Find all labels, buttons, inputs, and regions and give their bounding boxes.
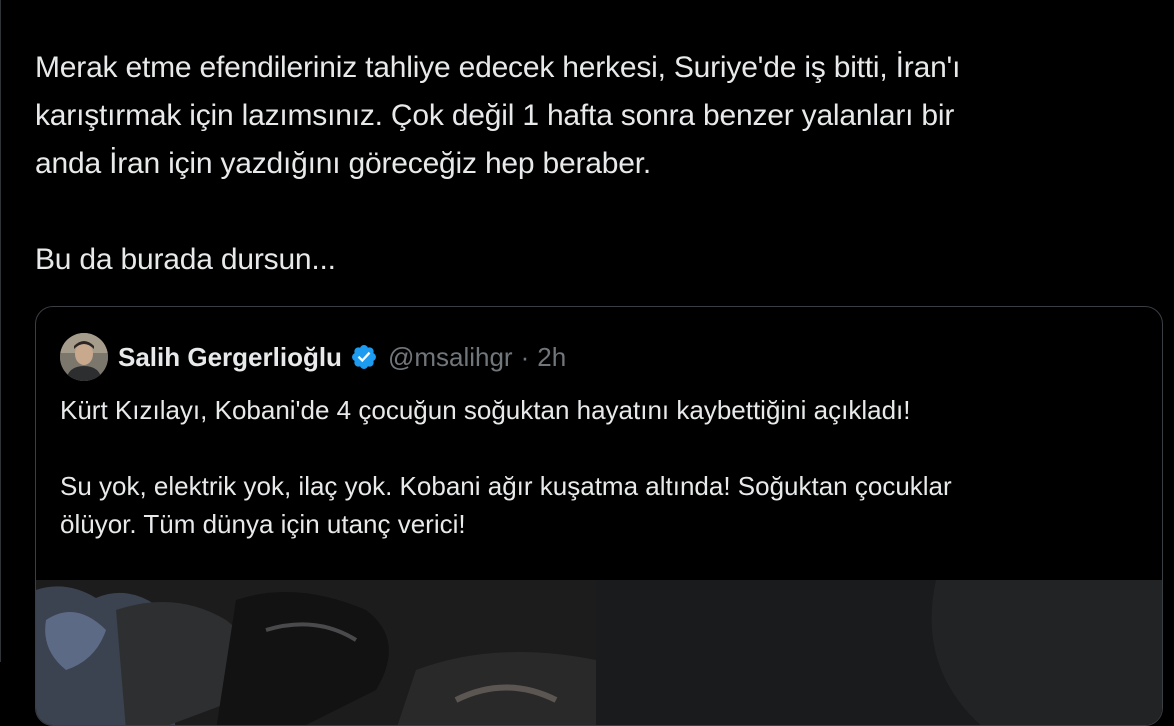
tweet-text-line: karıştırmak için lazımsınız. Çok değil 1… [35, 99, 955, 132]
quoted-text-line: Kürt Kızılayı, Kobani'de 4 çocuğun soğuk… [60, 395, 911, 425]
verified-badge-icon [351, 345, 376, 369]
avatar-image [60, 333, 108, 381]
timeline-border [0, 0, 1, 662]
quoted-author-name[interactable]: Salih Gergerlioğlu [118, 342, 342, 373]
quoted-tweet-card[interactable]: Salih Gergerlioğlu @msalihgr · 2h Kürt K… [35, 306, 1163, 726]
quoted-text-line: ölüyor. Tüm dünya için utanç verici! [60, 509, 466, 539]
quoted-tweet-media[interactable] [36, 580, 1162, 725]
quoted-tweet-header: Salih Gergerlioğlu @msalihgr · 2h [60, 331, 566, 383]
header-separator: · [520, 341, 530, 372]
quoted-author-handle[interactable]: @msalihgr [388, 342, 513, 373]
tweet-text-line: anda İran için yazdığını göreceğiz hep b… [35, 147, 652, 180]
media-photo [36, 580, 1162, 725]
quoted-tweet-timestamp[interactable]: 2h [537, 342, 566, 373]
tweet-text-line: Bu da burada dursun... [35, 243, 336, 276]
tweet-text-line: Merak etme efendileriniz tahliye edecek … [35, 51, 961, 84]
tweet-text: Merak etme efendileriniz tahliye edecek … [35, 44, 1145, 284]
avatar[interactable] [60, 333, 108, 381]
quoted-text-line: Su yok, elektrik yok, ilaç yok. Kobani a… [60, 471, 952, 501]
quoted-tweet-text: Kürt Kızılayı, Kobani'de 4 çocuğun soğuk… [60, 391, 1140, 543]
